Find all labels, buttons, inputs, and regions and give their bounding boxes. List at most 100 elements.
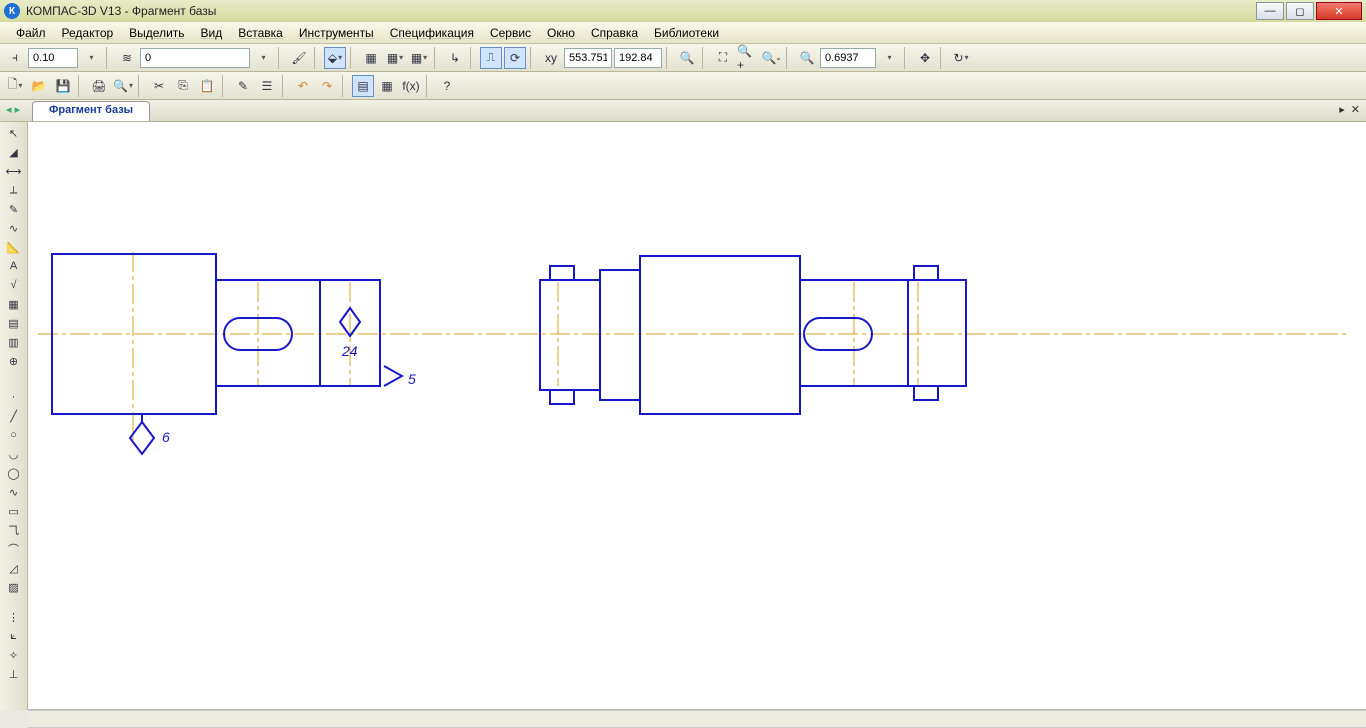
snap-step-icon[interactable]: ⫞: [4, 47, 26, 69]
menu-insert[interactable]: Вставка: [230, 24, 291, 42]
edit-tool[interactable]: ✎: [2, 200, 26, 218]
library-2-icon[interactable]: ▦: [376, 75, 398, 97]
params-tool[interactable]: ∿: [2, 219, 26, 237]
menu-editor[interactable]: Редактор: [54, 24, 122, 42]
library-manager-icon[interactable]: ▤: [352, 75, 374, 97]
redo-icon[interactable]: ↷: [316, 75, 338, 97]
aux4-tool[interactable]: ⊥: [2, 665, 26, 683]
tool-a[interactable]: ▦: [360, 47, 382, 69]
aux2-tool[interactable]: ⟀: [2, 627, 26, 645]
aux3-tool[interactable]: ✧: [2, 646, 26, 664]
aux-tool[interactable]: ⋮: [2, 608, 26, 626]
hatch-tool[interactable]: ▨: [2, 578, 26, 596]
coord-x-input[interactable]: [564, 48, 612, 68]
polyline-tool[interactable]: ⺄: [2, 521, 26, 539]
rect-tool[interactable]: ▭: [2, 502, 26, 520]
menu-spec[interactable]: Спецификация: [382, 24, 482, 42]
variables-icon[interactable]: f(x): [400, 75, 422, 97]
ellipse-tool[interactable]: ◯: [2, 464, 26, 482]
select-tool[interactable]: ↖: [2, 124, 26, 142]
coord-icon[interactable]: xy: [540, 47, 562, 69]
zoom-scale-icon[interactable]: 🔍: [796, 47, 818, 69]
preview-icon[interactable]: 🔍: [112, 75, 134, 97]
style-copy-icon[interactable]: ✎: [232, 75, 254, 97]
point-tool[interactable]: ·: [2, 388, 26, 406]
label-6: 6: [162, 429, 170, 445]
coord-y-input[interactable]: [614, 48, 662, 68]
maximize-button[interactable]: ◻: [1286, 2, 1314, 20]
copy-icon[interactable]: ⎘: [172, 75, 194, 97]
print-icon[interactable]: 🖨: [88, 75, 110, 97]
pan-icon[interactable]: ✥: [914, 47, 936, 69]
toolbar-2: 🗋 📂 💾 🖨 🔍 ✂ ⎘ 📋 ✎ ☰ ↶ ↷ ▤ ▦ f(x) ?: [0, 72, 1366, 100]
zoom-input[interactable]: [820, 48, 876, 68]
menu-window[interactable]: Окно: [539, 24, 583, 42]
spline-tool[interactable]: ∿: [2, 483, 26, 501]
tabs-close-icon[interactable]: ✕: [1351, 103, 1360, 116]
round-icon[interactable]: ⟳: [504, 47, 526, 69]
refresh-icon[interactable]: ↻: [950, 47, 972, 69]
measure-tool[interactable]: 📐: [2, 238, 26, 256]
document-tabstrip: ◂ ▸ Фрагмент базы ▸ ✕: [0, 100, 1366, 122]
table-tool[interactable]: ▦: [2, 295, 26, 313]
geom-tool[interactable]: ◢: [2, 143, 26, 161]
tab-fragment[interactable]: Фрагмент базы: [32, 101, 150, 121]
step-input[interactable]: [28, 48, 78, 68]
report-tool[interactable]: ▥: [2, 333, 26, 351]
zoom-fit-icon[interactable]: ⛶: [712, 47, 734, 69]
spec-tool[interactable]: ▤: [2, 314, 26, 332]
menu-help[interactable]: Справка: [583, 24, 646, 42]
arc-tool[interactable]: ◡: [2, 445, 26, 463]
title-bar: К КОМПАС-3D V13 - Фрагмент базы — ◻ ✕: [0, 0, 1366, 22]
dim-tool[interactable]: ⟷: [2, 162, 26, 180]
ortho-icon[interactable]: ⎍: [480, 47, 502, 69]
app-title: КОМПАС-3D V13 - Фрагмент базы: [26, 4, 216, 18]
tab-menu-icon[interactable]: ▸: [1339, 103, 1345, 116]
tab-nav-left[interactable]: ◂ ▸: [6, 103, 20, 116]
brush-icon[interactable]: 🖌: [288, 47, 310, 69]
zoom-in-icon[interactable]: 🔍+: [736, 47, 758, 69]
construct-tool[interactable]: ⟂: [2, 181, 26, 199]
paste-icon[interactable]: 📋: [196, 75, 218, 97]
chamfer-tool[interactable]: ◿: [2, 559, 26, 577]
cut-icon[interactable]: ✂: [148, 75, 170, 97]
tool-b[interactable]: ▦: [384, 47, 406, 69]
zoom-window-icon[interactable]: 🔍: [676, 47, 698, 69]
minimize-button[interactable]: —: [1256, 2, 1284, 20]
app-icon: К: [4, 3, 20, 19]
insert-tool[interactable]: ⊕: [2, 352, 26, 370]
properties-icon[interactable]: ☰: [256, 75, 278, 97]
new-icon[interactable]: 🗋: [4, 75, 26, 97]
layers-icon[interactable]: ≋: [116, 47, 138, 69]
layer-input[interactable]: [140, 48, 250, 68]
undo-icon[interactable]: ↶: [292, 75, 314, 97]
axis-icon[interactable]: ↳: [444, 47, 466, 69]
menu-service[interactable]: Сервис: [482, 24, 539, 42]
save-icon[interactable]: 💾: [52, 75, 74, 97]
left-tool-palette: ↖ ◢ ⟷ ⟂ ✎ ∿ 📐 A √ ▦ ▤ ▥ ⊕ · ╱ ○ ◡ ◯ ∿ ▭ …: [0, 122, 28, 710]
layer-dropdown[interactable]: [252, 47, 274, 69]
circle-tool[interactable]: ○: [2, 426, 26, 444]
main-area: ↖ ◢ ⟷ ⟂ ✎ ∿ 📐 A √ ▦ ▤ ▥ ⊕ · ╱ ○ ◡ ◯ ∿ ▭ …: [0, 122, 1366, 710]
drawing-canvas[interactable]: 24 5 6: [28, 122, 1366, 710]
menu-tools[interactable]: Инструменты: [291, 24, 382, 42]
zoom-out-icon[interactable]: 🔍-: [760, 47, 782, 69]
snap-magnet-icon[interactable]: ⬙: [324, 47, 346, 69]
help-icon[interactable]: ?: [436, 75, 458, 97]
zoom-dropdown[interactable]: [878, 47, 900, 69]
close-button[interactable]: ✕: [1316, 2, 1362, 20]
menu-select[interactable]: Выделить: [121, 24, 192, 42]
grid-icon[interactable]: ▦: [408, 47, 430, 69]
menu-file[interactable]: Файл: [8, 24, 54, 42]
label-5: 5: [408, 371, 416, 387]
text-tool[interactable]: A: [2, 257, 26, 275]
horizontal-scrollbar[interactable]: [28, 710, 1366, 728]
open-icon[interactable]: 📂: [28, 75, 50, 97]
toolbar-1: ⫞ ≋ 🖌 ⬙ ▦ ▦ ▦ ↳ ⎍ ⟳ xy 🔍 ⛶ 🔍+ 🔍- 🔍 ✥ ↻: [0, 44, 1366, 72]
step-dropdown[interactable]: [80, 47, 102, 69]
line-tool[interactable]: ╱: [2, 407, 26, 425]
rough-tool[interactable]: √: [2, 276, 26, 294]
fillet-tool[interactable]: ⌒: [2, 540, 26, 558]
menu-view[interactable]: Вид: [193, 24, 231, 42]
menu-libraries[interactable]: Библиотеки: [646, 24, 727, 42]
